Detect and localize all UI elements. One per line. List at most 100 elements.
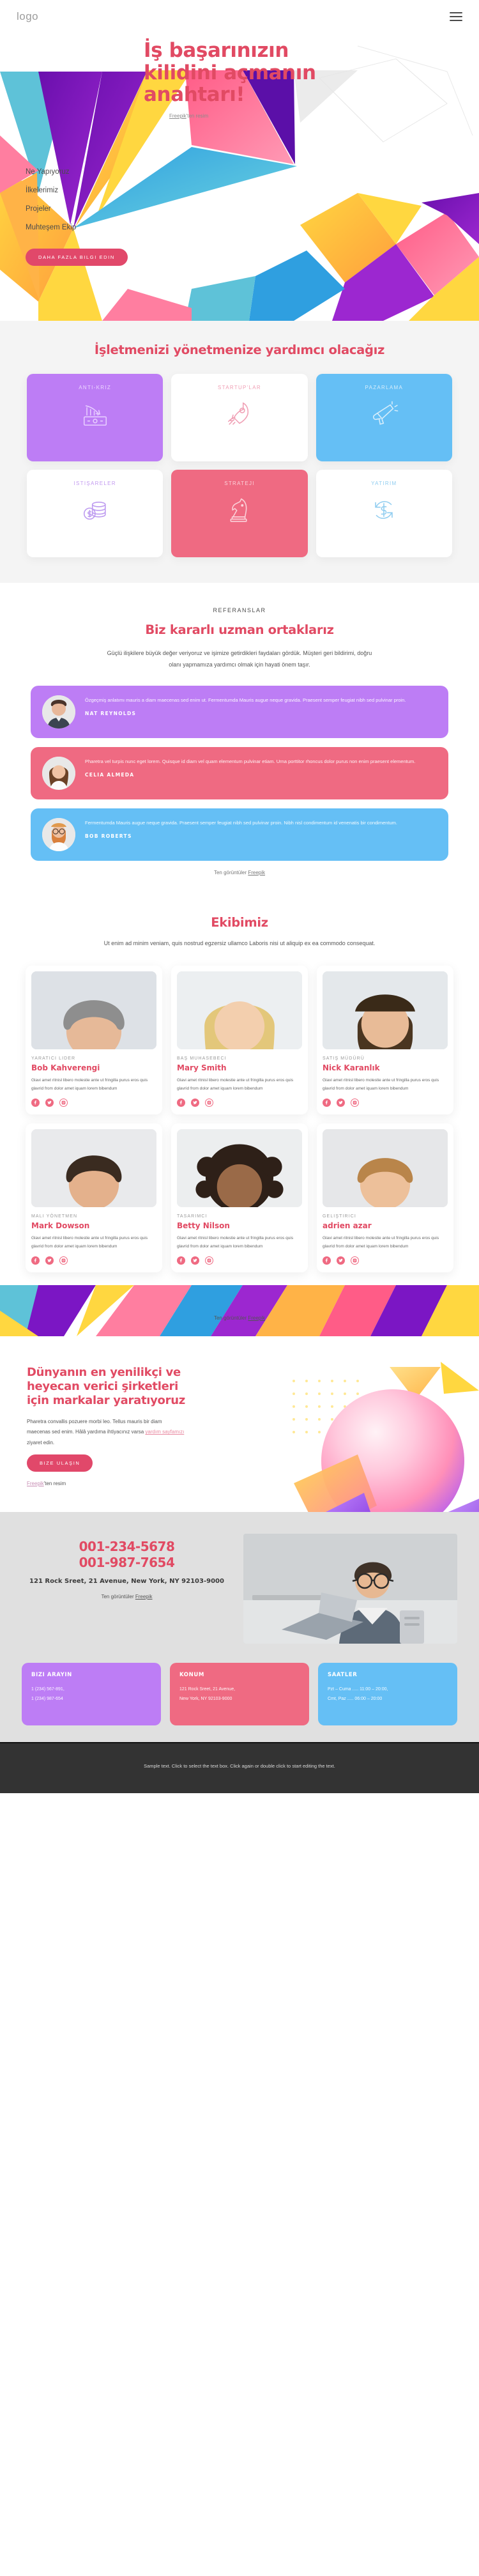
info-card-title: BIZI ARAYIN bbox=[31, 1672, 72, 1679]
facebook-icon[interactable] bbox=[177, 1256, 185, 1265]
footer-sample-text: Sample text. Click to select the text bo… bbox=[144, 1763, 335, 1770]
testimonial-quote: Pharetra vel turpis nunc eget lorem. Qui… bbox=[85, 759, 416, 764]
hero-nav-links: Ne Yapıyoruz İlkelerimiz Projeler Muhteş… bbox=[26, 168, 479, 266]
twitter-icon[interactable] bbox=[191, 1256, 199, 1265]
twitter-icon[interactable] bbox=[45, 1256, 54, 1265]
testimonials-section: REFERANSLAR Biz kararlı uzman ortaklarız… bbox=[0, 583, 479, 892]
nav-item-ne-yapiyoruz[interactable]: Ne Yapıyoruz bbox=[26, 168, 479, 176]
testimonial-body: Pharetra vel turpis nunc eget lorem. Qui… bbox=[85, 757, 437, 778]
coins-dollar-icon bbox=[83, 501, 106, 520]
member-social-links bbox=[177, 1256, 302, 1265]
instagram-icon[interactable] bbox=[205, 1099, 213, 1107]
footer-info-cards: BIZI ARAYIN 1 (234) 567-891, 1 (234) 987… bbox=[0, 1663, 479, 1726]
instagram-icon[interactable] bbox=[205, 1256, 213, 1265]
team-member-card[interactable]: GELIŞTIRICI adrien azar Glavi amet ritni… bbox=[317, 1123, 453, 1272]
team-member-card[interactable]: BAŞ MUHASEBECI Mary Smith Glavi amet rit… bbox=[171, 966, 308, 1114]
instagram-icon[interactable] bbox=[351, 1099, 359, 1107]
team-polygon-svg bbox=[0, 1285, 479, 1336]
service-card-anti-kriz[interactable]: ANTI-KRIZ bbox=[27, 374, 163, 461]
testimonials-eyebrow: REFERANSLAR bbox=[213, 607, 266, 613]
facebook-icon[interactable] bbox=[177, 1099, 185, 1107]
member-name: Mary Smith bbox=[177, 1063, 227, 1072]
testimonials-title: Biz kararlı uzman ortaklarız bbox=[145, 622, 334, 637]
member-role: MALI YÖNETMEN bbox=[31, 1214, 78, 1219]
testimonials-list: Özgeçmiş anlatımı mauris a diam maecenas… bbox=[0, 686, 479, 861]
hero-title: İş başarınızın kilidini açmanın anahtarı… bbox=[144, 39, 316, 107]
member-description: Glavi amet ritnisl libero molestie ante … bbox=[177, 1236, 294, 1249]
member-photo bbox=[31, 1129, 156, 1207]
young-man-hoodie-photo-icon bbox=[323, 1129, 448, 1207]
hero-credit-link[interactable]: Freepik bbox=[169, 113, 186, 119]
team-member-card[interactable]: TASARIMCI Betty Nilson Glavi amet ritnis… bbox=[171, 1123, 308, 1272]
footer-image bbox=[243, 1534, 457, 1644]
twitter-icon[interactable] bbox=[337, 1099, 345, 1107]
service-card-label: STARTUP'LAR bbox=[217, 385, 261, 390]
team-member-card[interactable]: MALI YÖNETMEN Mark Dowson Glavi amet rit… bbox=[26, 1123, 162, 1272]
credit-link[interactable]: Freepik bbox=[248, 870, 265, 875]
service-card-istisareler[interactable]: ISTIŞARELER bbox=[27, 470, 163, 557]
facebook-icon[interactable] bbox=[323, 1099, 331, 1107]
curly-hair-woman-photo-icon bbox=[177, 1129, 302, 1207]
service-card-strateji[interactable]: STRATEJI bbox=[171, 470, 308, 557]
member-role: TASARIMCI bbox=[177, 1214, 208, 1219]
testimonial-author: BOB ROBERTS bbox=[85, 833, 132, 840]
help-page-link[interactable]: yardım sayfamızı bbox=[145, 1429, 184, 1435]
member-photo bbox=[31, 971, 156, 1049]
services-title: İşletmenizi yönetmenize yardımcı olacağı… bbox=[94, 343, 385, 357]
facebook-icon[interactable] bbox=[31, 1099, 40, 1107]
twitter-icon[interactable] bbox=[191, 1099, 199, 1107]
footer-image-credit: Ten görüntüler Freepik bbox=[22, 1594, 232, 1600]
instagram-icon[interactable] bbox=[351, 1256, 359, 1265]
contact-us-button[interactable]: BIZE ULAŞIN bbox=[27, 1454, 93, 1472]
testimonial-body: Özgeçmiş anlatımı mauris a diam maecenas… bbox=[85, 695, 437, 716]
service-card-label: ISTIŞARELER bbox=[73, 481, 116, 486]
service-card-startuplar[interactable]: STARTUP'LAR bbox=[171, 374, 308, 461]
dollar-refresh-icon bbox=[375, 501, 393, 519]
info-card-call-us: BIZI ARAYIN 1 (234) 567-891, 1 (234) 987… bbox=[22, 1663, 161, 1726]
team-member-card[interactable]: YARATICI LIDER Bob Kahverengi Glavi amet… bbox=[26, 966, 162, 1114]
team-member-card[interactable]: SATIŞ MÜDÜRÜ Nick Karanlık Glavi amet ri… bbox=[317, 966, 453, 1114]
member-social-links bbox=[323, 1256, 448, 1265]
info-card-line: 121 Rock Sreet, 21 Avenue, bbox=[179, 1687, 236, 1692]
hamburger-menu-icon[interactable] bbox=[450, 12, 462, 21]
man-white-tshirt-photo-icon bbox=[31, 1129, 156, 1207]
footer-bottom-bar: Sample text. Click to select the text bo… bbox=[0, 1742, 479, 1793]
phone-number-secondary[interactable]: 001-987-7654 bbox=[22, 1555, 232, 1571]
facebook-icon[interactable] bbox=[31, 1256, 40, 1265]
site-logo[interactable]: logo bbox=[17, 10, 38, 23]
hero-cta-button[interactable]: DAHA FAZLA BILGI EDIN bbox=[26, 249, 128, 266]
service-card-pazarlama[interactable]: PAZARLAMA bbox=[316, 374, 452, 461]
member-description: Glavi amet ritnisl libero molestie ante … bbox=[31, 1236, 148, 1249]
testimonial-card: Özgeçmiş anlatımı mauris a diam maecenas… bbox=[31, 686, 448, 738]
member-name: Betty Nilson bbox=[177, 1221, 230, 1230]
instagram-icon[interactable] bbox=[59, 1256, 68, 1265]
nav-item-ilkelerimiz[interactable]: İlkelerimiz bbox=[26, 187, 479, 194]
phone-number-primary[interactable]: 001-234-5678 bbox=[22, 1539, 232, 1555]
nav-item-muhtesem-ekip[interactable]: Muhteşem Ekip bbox=[26, 224, 479, 231]
nav-item-projeler[interactable]: Projeler bbox=[26, 205, 479, 213]
twitter-icon[interactable] bbox=[45, 1099, 54, 1107]
team-polygon-decoration: Ten görüntüler Freepik bbox=[0, 1285, 479, 1336]
member-description: Glavi amet ritnisl libero molestie ante … bbox=[31, 1078, 148, 1091]
twitter-icon[interactable] bbox=[337, 1256, 345, 1265]
testimonial-author: CELIA ALMEDA bbox=[85, 772, 135, 778]
instagram-icon[interactable] bbox=[59, 1099, 68, 1107]
member-name: Nick Karanlık bbox=[323, 1063, 380, 1072]
facebook-icon[interactable] bbox=[323, 1256, 331, 1265]
testimonial-card: Pharetra vel turpis nunc eget lorem. Qui… bbox=[31, 747, 448, 799]
credit-prefix: Ten görüntüler bbox=[101, 1594, 135, 1600]
credit-prefix: Ten görüntüler bbox=[213, 1315, 248, 1321]
testimonial-quote: Özgeçmiş anlatımı mauris a diam maecenas… bbox=[85, 697, 406, 703]
member-photo bbox=[323, 1129, 448, 1207]
megaphone-icon bbox=[373, 401, 399, 425]
credit-link[interactable]: Freepik bbox=[27, 1481, 44, 1486]
credit-prefix: Ten görüntüler bbox=[213, 870, 248, 875]
footer-contact-section: 001-234-5678 001-987-7654 121 Rock Sreet… bbox=[0, 1512, 479, 1743]
credit-link[interactable]: Freepik bbox=[135, 1594, 153, 1600]
team-image-credit: Ten görüntüler Freepik bbox=[0, 1315, 479, 1321]
service-card-yatirim[interactable]: YATIRIM bbox=[316, 470, 452, 557]
credit-link[interactable]: Freepik bbox=[248, 1315, 265, 1321]
gradient-sphere-svg bbox=[293, 1362, 479, 1513]
hero-image-credit: Freepik'ten resim bbox=[169, 113, 208, 119]
cta-text-after: ziyaret edin. bbox=[27, 1439, 55, 1446]
